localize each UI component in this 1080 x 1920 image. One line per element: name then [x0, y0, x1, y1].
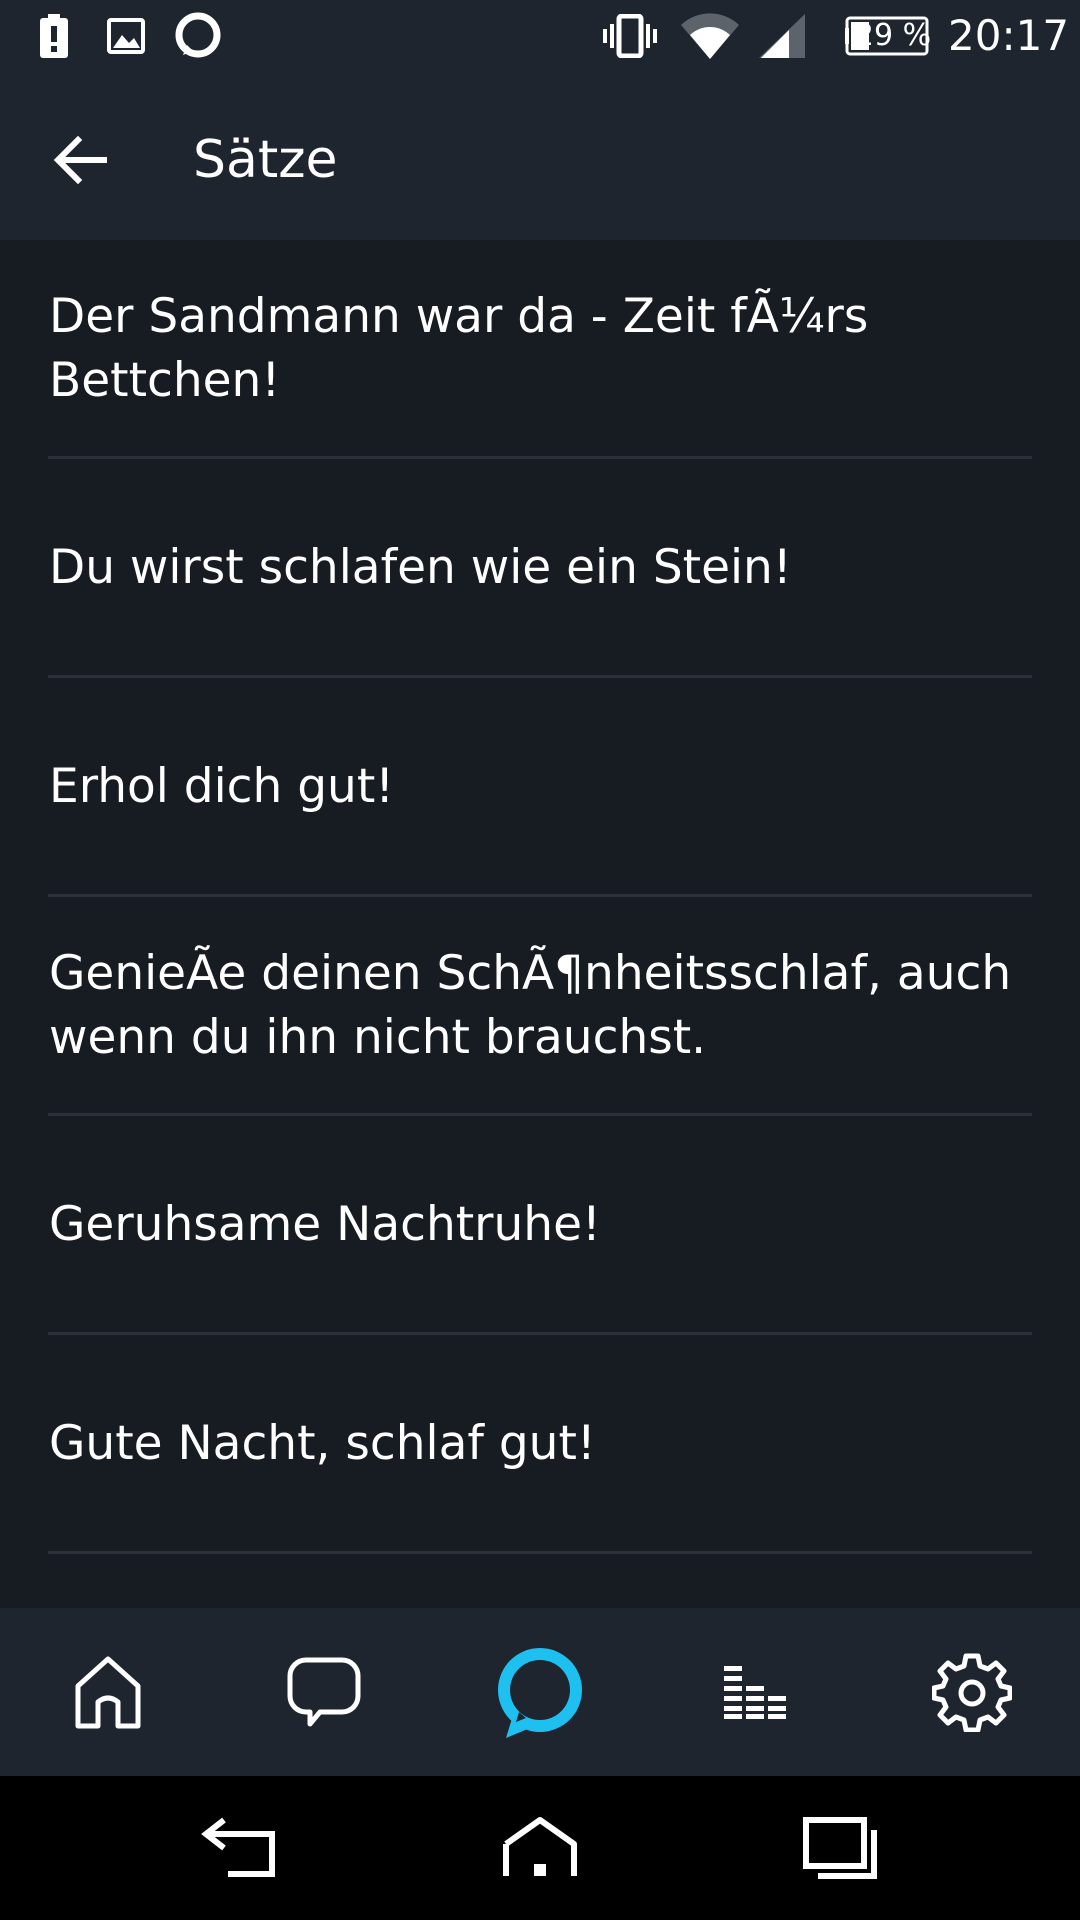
- alexa-notification-icon: [172, 8, 224, 64]
- phrase-list: Der Sandmann war da - Zeit fÃ¼rs Bettche…: [0, 240, 1080, 1608]
- cell-signal-icon: [758, 8, 806, 64]
- nav-settings-button[interactable]: [912, 1632, 1032, 1752]
- home-icon: [500, 1816, 580, 1880]
- status-bar: 29 % 20:17: [0, 0, 1080, 72]
- list-item-text: Geruhsame Nachtruhe!: [49, 1197, 601, 1252]
- music-icon: [724, 1664, 788, 1720]
- page-title: Sätze: [193, 130, 338, 190]
- list-item[interactable]: Geruhsame Nachtruhe!: [0, 1116, 1080, 1334]
- recents-icon: [800, 1816, 880, 1880]
- wifi-icon: [680, 8, 740, 64]
- system-navigation-bar: [0, 1776, 1080, 1920]
- list-item-text: Gute Nacht, schlaf gut!: [49, 1416, 596, 1471]
- divider: [48, 1551, 1032, 1554]
- nav-home-button[interactable]: [48, 1632, 168, 1752]
- system-back-button[interactable]: [180, 1798, 300, 1898]
- list-item-text: GenieÃe deinen SchÃ¶nheitsschlaf, auch w…: [49, 946, 1012, 1065]
- nav-communicate-button[interactable]: [264, 1632, 384, 1752]
- image-notification-icon: [104, 8, 148, 64]
- list-item[interactable]: Du wirst schlafen wie ein Stein!: [0, 459, 1080, 677]
- list-item[interactable]: Gute Nacht, schlaf gut!: [0, 1335, 1080, 1553]
- bottom-navigation: [0, 1608, 1080, 1776]
- system-home-button[interactable]: [480, 1798, 600, 1898]
- list-item-text: Du wirst schlafen wie ein Stein!: [49, 540, 792, 595]
- settings-icon: [932, 1652, 1012, 1732]
- app-bar: Sätze: [0, 72, 1080, 240]
- nav-play-button[interactable]: [696, 1632, 816, 1752]
- list-item[interactable]: GenieÃe deinen SchÃ¶nheitsschlaf, auch w…: [0, 897, 1080, 1115]
- list-item[interactable]: Erhol dich gut!: [0, 678, 1080, 896]
- vibrate-icon: [600, 8, 660, 64]
- list-item-text: Der Sandmann war da - Zeit fÃ¼rs Bettche…: [49, 289, 869, 408]
- clock: 20:17: [948, 11, 1070, 60]
- nav-alexa-button[interactable]: [480, 1632, 600, 1752]
- arrow-left-icon: [52, 136, 108, 184]
- home-icon: [72, 1654, 144, 1730]
- list-item[interactable]: Der Sandmann war da - Zeit fÃ¼rs Bettche…: [0, 240, 1080, 458]
- alexa-icon: [488, 1640, 592, 1744]
- battery-percent: 29 %: [854, 18, 932, 53]
- back-icon: [200, 1816, 280, 1880]
- list-item-text: Erhol dich gut!: [49, 759, 395, 814]
- battery-alert-icon: [36, 8, 72, 64]
- back-button[interactable]: [32, 112, 128, 208]
- chat-icon: [286, 1654, 362, 1730]
- alexa-phrases-screen: 29 % 20:17 Sätze Der Sandmann war da - Z…: [0, 0, 1080, 1920]
- system-recents-button[interactable]: [780, 1798, 900, 1898]
